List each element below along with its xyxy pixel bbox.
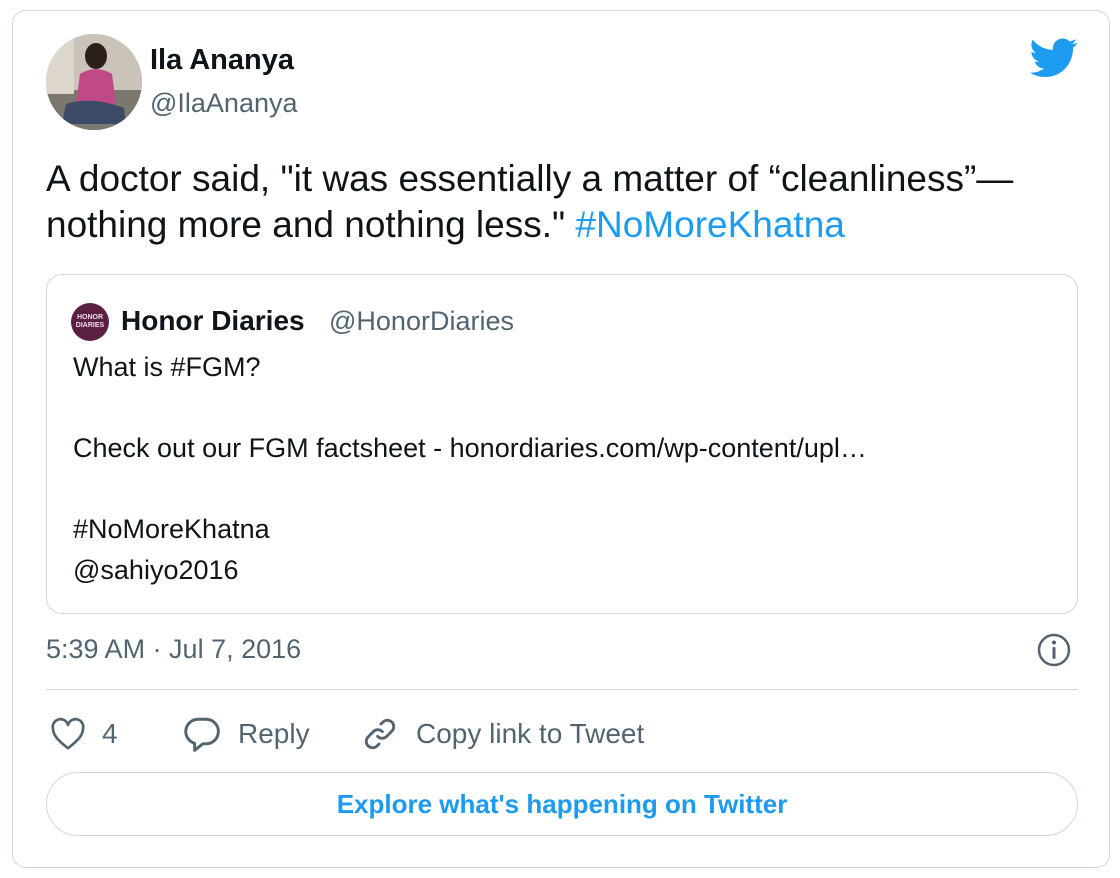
explore-twitter-label: Explore what's happening on Twitter — [336, 788, 788, 819]
quoted-line: Check out our FGM factsheet - honordiari… — [73, 433, 867, 463]
reply-label: Reply — [238, 718, 310, 749]
quoted-avatar[interactable]: HONOR DIARIES — [71, 303, 109, 341]
timestamp[interactable]: 5:39 AM · Jul 7, 2016 — [46, 634, 301, 665]
copy-link-label: Copy link to Tweet — [416, 718, 645, 749]
heart-icon — [51, 717, 85, 750]
tweet-body: A doctor said, "it was essentially a mat… — [46, 158, 1014, 245]
twitter-bird-icon[interactable] — [1030, 38, 1078, 78]
copy-link-button[interactable]: Copy link to Tweet — [360, 712, 644, 756]
reply-icon — [184, 717, 220, 752]
quoted-line — [73, 469, 1053, 510]
reply-button[interactable]: Reply — [182, 712, 310, 756]
avatar[interactable] — [46, 34, 142, 130]
explore-twitter-button[interactable]: Explore what's happening on Twitter — [46, 772, 1078, 836]
quoted-author-handle[interactable]: @HonorDiaries — [329, 306, 514, 337]
hashtag-link[interactable]: #NoMoreKhatna — [575, 204, 844, 245]
like-count: 4 — [102, 718, 118, 749]
author-handle[interactable]: @IlaAnanya — [150, 88, 298, 119]
quoted-line: #NoMoreKhatna — [73, 514, 270, 544]
divider — [46, 689, 1078, 690]
like-button[interactable]: 4 — [50, 712, 118, 756]
quoted-line: @sahiyo2016 — [73, 554, 239, 585]
quoted-line: What is #FGM? — [73, 352, 261, 382]
quoted-tweet-text: What is #FGM? Check out our FGM factshee… — [73, 347, 1053, 590]
quoted-line — [73, 388, 1053, 429]
quoted-avatar-text-1: HONOR — [76, 314, 104, 321]
link-icon — [364, 718, 396, 750]
tweet-text: A doctor said, "it was essentially a mat… — [46, 156, 1086, 248]
author-name[interactable]: Ila Ananya — [150, 44, 294, 77]
quoted-avatar-text-2: DIARIES — [75, 322, 105, 329]
quoted-tweet[interactable]: HONOR DIARIES Honor Diaries @HonorDiarie… — [46, 274, 1078, 614]
info-icon[interactable] — [1036, 632, 1072, 668]
quoted-author-name[interactable]: Honor Diaries — [121, 305, 305, 337]
